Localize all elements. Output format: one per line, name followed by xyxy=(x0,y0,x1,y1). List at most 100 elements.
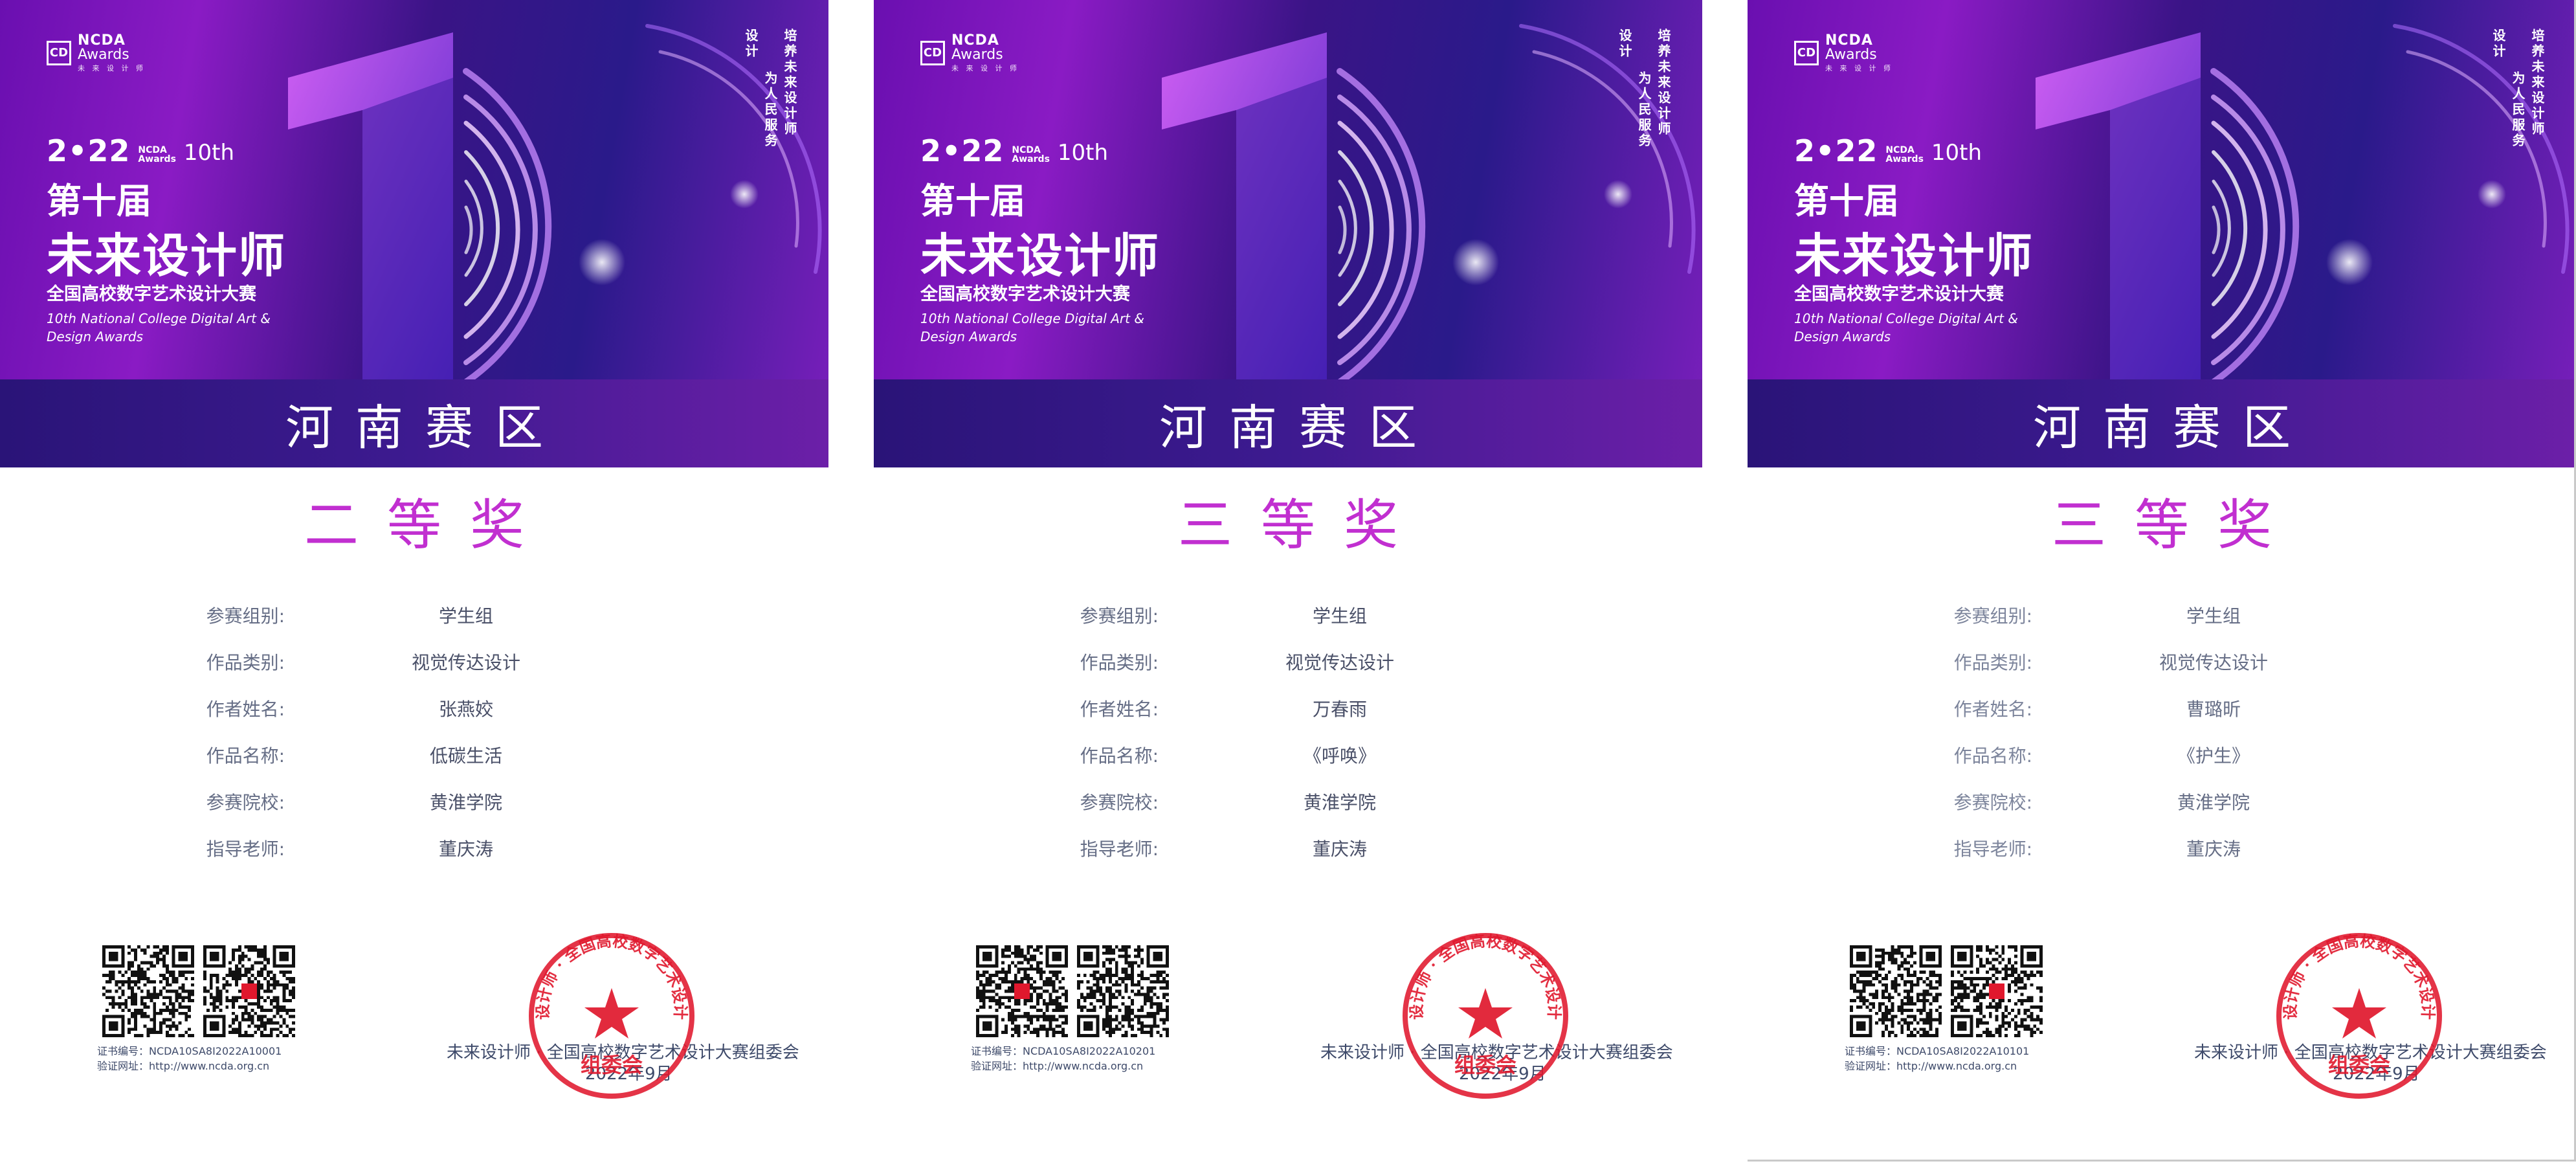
certificate-sheet: CD NCDA Awards 未 来 设 计 师 2•22 NCDA Award… xyxy=(0,0,2576,1168)
value-category: 视觉传达设计 xyxy=(1285,652,1394,673)
edition-mini-awards: Awards xyxy=(138,154,176,165)
edition-number: 10th xyxy=(183,140,235,166)
row-author: 作者姓名: 万春雨 xyxy=(874,695,1702,721)
region-title: 河南赛区 xyxy=(2033,399,2313,456)
certificate-id-block: 证书编号：NCDA10SA8I2022A10001 验证网址：http://ww… xyxy=(97,1044,282,1073)
label-school: 参赛院校: xyxy=(1953,792,2032,813)
label-category: 作品类别: xyxy=(206,652,285,673)
edition-title: 第十届 xyxy=(920,180,1025,221)
value-author: 万春雨 xyxy=(1312,699,1367,720)
value-author: 曹璐昕 xyxy=(2186,699,2241,720)
award-level: 三等奖 xyxy=(1177,493,1427,557)
logo-ncda: NCDA xyxy=(78,32,126,49)
value-school: 黄淮学院 xyxy=(429,792,502,813)
award-level: 三等奖 xyxy=(2051,493,2300,557)
competition-title-english: 10th National College Digital Art & Desi… xyxy=(47,311,271,344)
label-teacher: 指导老师: xyxy=(1080,838,1159,860)
qr-code-verify xyxy=(1077,945,1169,1037)
row-group: 参赛组别: 学生组 xyxy=(1748,602,2576,628)
row-school: 参赛院校: 黄淮学院 xyxy=(874,789,1702,814)
row-group: 参赛组别: 学生组 xyxy=(0,602,828,628)
logo-awards: Awards xyxy=(78,47,129,63)
row-teacher: 指导老师: 董庆涛 xyxy=(1748,835,2576,861)
competition-subtitle: 全国高校数字艺术设计大赛 xyxy=(920,284,1130,304)
logo-subtitle: 未 来 设 计 师 xyxy=(1825,64,1893,73)
value-school: 黄淮学院 xyxy=(1303,792,1376,813)
label-school: 参赛院校: xyxy=(1080,792,1159,813)
value-teacher: 董庆涛 xyxy=(1312,838,1367,860)
edition-mini-awards: Awards xyxy=(1012,154,1050,165)
region-band: 河南赛区 xyxy=(1748,379,2576,467)
qr-code-verify xyxy=(1951,945,2043,1037)
certificate-number: 证书编号：NCDA10SA8I2022A10201 xyxy=(971,1045,1156,1057)
ncda-logo: CD NCDA Awards 未 来 设 计 师 xyxy=(1794,34,1893,72)
value-group: 学生组 xyxy=(2186,605,2241,627)
row-author: 作者姓名: 张燕姣 xyxy=(0,695,828,721)
svg-text:组委会: 组委会 xyxy=(2328,1053,2390,1077)
edition-mini-awards: Awards xyxy=(1885,154,1924,165)
label-teacher: 指导老师: xyxy=(206,838,285,860)
logo-subtitle: 未 来 设 计 师 xyxy=(951,64,1019,73)
edition-title: 第十届 xyxy=(1794,180,1899,221)
slogan-serve-people: 为人民服务 xyxy=(1636,71,1652,149)
edition-row: 2•22 NCDA Awards 10th xyxy=(920,133,1108,168)
logo-ncda: NCDA xyxy=(951,32,999,49)
competition-subtitle: 全国高校数字艺术设计大赛 xyxy=(1794,284,2004,304)
label-work: 作品名称: xyxy=(206,745,285,767)
value-category: 视觉传达设计 xyxy=(411,652,520,673)
label-teacher: 指导老师: xyxy=(1953,838,2032,860)
row-group: 参赛组别: 学生组 xyxy=(874,602,1702,628)
row-category: 作品类别: 视觉传达设计 xyxy=(874,649,1702,675)
competition-title-english: 10th National College Digital Art & Desi… xyxy=(1794,311,2018,344)
slogan-cultivate: 培养未来设计师 xyxy=(782,28,797,137)
label-author: 作者姓名: xyxy=(1953,699,2032,720)
certificate-id-block: 证书编号：NCDA10SA8I2022A10101 验证网址：http://ww… xyxy=(1845,1044,2029,1073)
row-category: 作品类别: 视觉传达设计 xyxy=(1748,649,2576,675)
certificate-number: 证书编号：NCDA10SA8I2022A10101 xyxy=(1845,1045,2030,1057)
verify-url[interactable]: 验证网址：http://www.ncda.org.cn xyxy=(971,1059,1155,1073)
label-group: 参赛组别: xyxy=(1953,605,2032,627)
certificate-number: 证书编号：NCDA10SA8I2022A10001 xyxy=(97,1045,282,1057)
row-school: 参赛院校: 黄淮学院 xyxy=(1748,789,2576,814)
certificate-2: CD NCDA Awards 未 来 设 计 师 2•22 NCDA Award… xyxy=(874,0,1702,1168)
region-title: 河南赛区 xyxy=(285,399,565,456)
row-work: 作品名称: 《护生》 xyxy=(1748,742,2576,768)
edition-year: 2•22 xyxy=(47,133,131,168)
row-category: 作品类别: 视觉传达设计 xyxy=(0,649,828,675)
ncda-logo: CD NCDA Awards 未 来 设 计 师 xyxy=(920,34,1019,72)
qr-code-certificate xyxy=(1850,945,1942,1037)
logo-subtitle: 未 来 设 计 师 xyxy=(78,64,146,73)
value-author: 张燕姣 xyxy=(438,699,493,720)
competition-title: 未来设计师 xyxy=(47,228,287,283)
edition-mini-ncda: NCDA xyxy=(1012,144,1041,155)
banner: CD NCDA Awards 未 来 设 计 师 2•22 NCDA Award… xyxy=(1748,0,2576,467)
row-author: 作者姓名: 曹璐昕 xyxy=(1748,695,2576,721)
svg-text:组委会: 组委会 xyxy=(581,1053,643,1077)
competition-subtitle: 全国高校数字艺术设计大赛 xyxy=(47,284,256,304)
competition-title-english: 10th National College Digital Art & Desi… xyxy=(920,311,1144,344)
certificate-id-block: 证书编号：NCDA10SA8I2022A10201 验证网址：http://ww… xyxy=(971,1044,1155,1073)
edition-row: 2•22 NCDA Awards 10th xyxy=(1794,133,1982,168)
slogan-design: 设计 xyxy=(2491,28,2506,60)
verify-url[interactable]: 验证网址：http://www.ncda.org.cn xyxy=(1845,1059,2029,1073)
region-band: 河南赛区 xyxy=(0,379,828,467)
row-teacher: 指导老师: 董庆涛 xyxy=(0,835,828,861)
official-seal-icon: 未来设计师 · 全国高校数字艺术设计大赛 组委会 xyxy=(2272,928,2447,1103)
label-author: 作者姓名: xyxy=(206,699,285,720)
award-level: 二等奖 xyxy=(304,493,553,557)
value-work: 《呼唤》 xyxy=(1303,745,1376,767)
slogan-serve-people: 为人民服务 xyxy=(2510,71,2526,149)
verify-url[interactable]: 验证网址：http://www.ncda.org.cn xyxy=(97,1059,282,1073)
region-band: 河南赛区 xyxy=(874,379,1702,467)
value-category: 视觉传达设计 xyxy=(2159,652,2268,673)
row-teacher: 指导老师: 董庆涛 xyxy=(874,835,1702,861)
competition-title: 未来设计师 xyxy=(920,228,1160,283)
slogan-cultivate: 培养未来设计师 xyxy=(1656,28,1671,137)
label-group: 参赛组别: xyxy=(1080,605,1159,627)
logo-awards: Awards xyxy=(951,47,1003,63)
label-work: 作品名称: xyxy=(1953,745,2032,767)
region-title: 河南赛区 xyxy=(1159,399,1439,456)
official-seal-icon: 未来设计师 · 全国高校数字艺术设计大赛 组委会 xyxy=(1398,928,1573,1103)
value-teacher: 董庆涛 xyxy=(2186,838,2241,860)
certificate-3: CD NCDA Awards 未 来 设 计 师 2•22 NCDA Award… xyxy=(1748,0,2576,1168)
